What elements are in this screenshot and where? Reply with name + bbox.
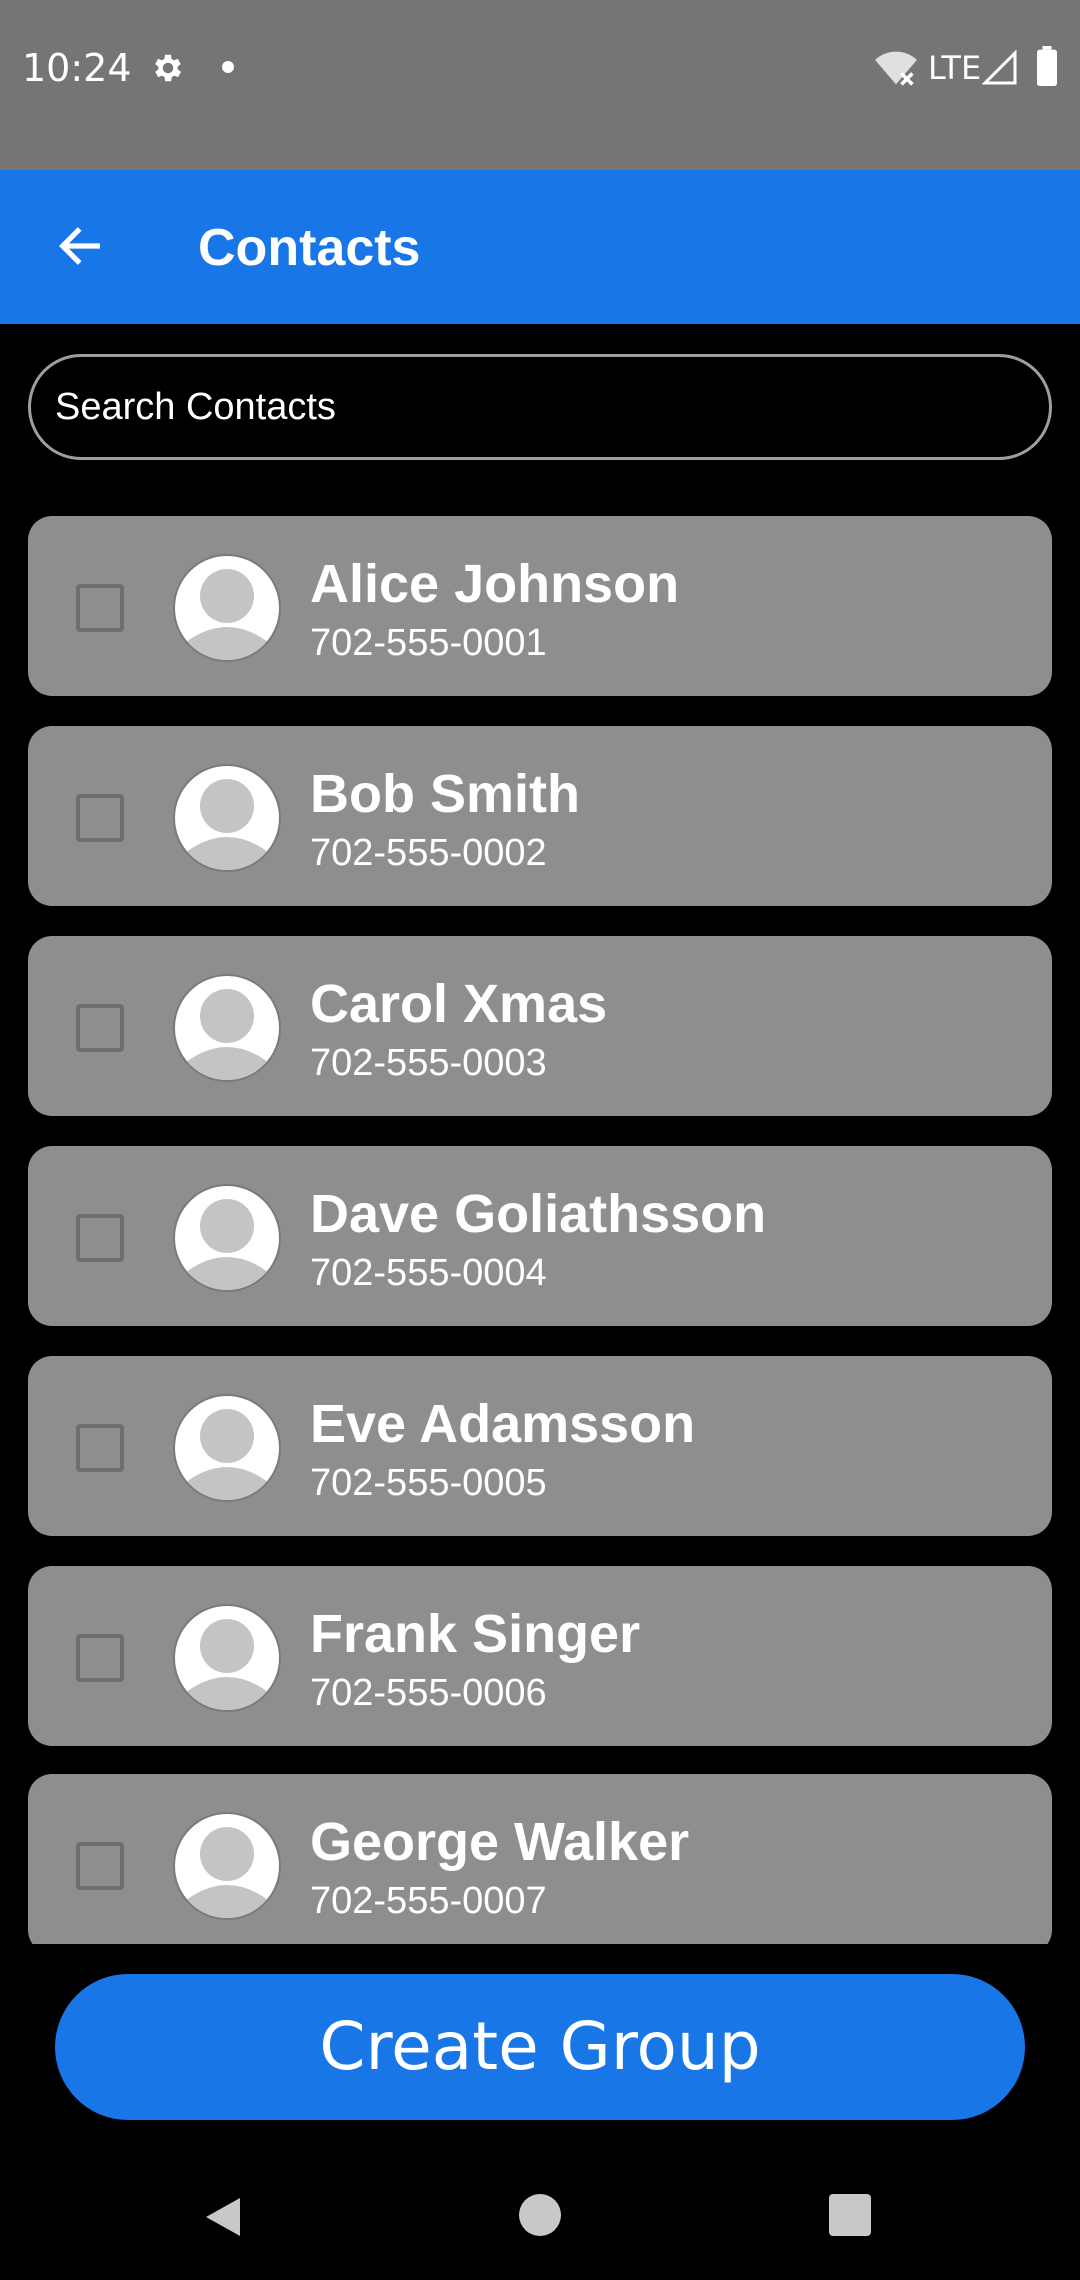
contact-phone: 702-555-0005: [310, 1462, 547, 1504]
contact-item[interactable]: Eve Adamsson 702-555-0005: [28, 1356, 1052, 1536]
contact-phone: 702-555-0002: [310, 832, 547, 874]
contact-phone: 702-555-0004: [310, 1252, 547, 1294]
nav-home-icon[interactable]: [519, 2194, 561, 2236]
create-group-button[interactable]: Create Group: [55, 1974, 1025, 2120]
contact-name: Alice Johnson: [310, 554, 680, 614]
app-bar: Contacts: [0, 170, 1080, 324]
notification-dot-icon: [222, 61, 234, 73]
contact-phone: 702-555-0007: [310, 1880, 547, 1922]
contact-item[interactable]: Frank Singer 702-555-0006: [28, 1566, 1052, 1746]
signal-icon: [982, 50, 1017, 85]
contact-checkbox[interactable]: [76, 1424, 124, 1472]
contact-item[interactable]: Alice Johnson 702-555-0001: [28, 516, 1052, 696]
back-button[interactable]: [40, 206, 120, 286]
screen: 10:24 LTE Contacts Search Contacts Alice…: [0, 0, 1080, 2280]
contact-name: Bob Smith: [310, 764, 580, 824]
contact-phone: 702-555-0003: [310, 1042, 547, 1084]
contact-item[interactable]: Carol Xmas 702-555-0003: [28, 936, 1052, 1116]
wifi-off-icon: [875, 51, 917, 86]
avatar-icon: [173, 554, 281, 662]
avatar-icon: [173, 1184, 281, 1292]
contact-phone: 702-555-0001: [310, 622, 547, 664]
contact-checkbox[interactable]: [76, 1842, 124, 1890]
nav-back-icon[interactable]: [200, 2192, 250, 2242]
gear-icon: [155, 54, 182, 82]
avatar-icon: [173, 1604, 281, 1712]
battery-icon: [1037, 46, 1057, 86]
avatar-icon: [173, 1394, 281, 1502]
page-title: Contacts: [198, 219, 421, 277]
contact-checkbox[interactable]: [76, 1634, 124, 1682]
contact-name: Eve Adamsson: [310, 1394, 696, 1454]
contact-checkbox[interactable]: [76, 1214, 124, 1262]
network-type-label: LTE: [928, 49, 982, 87]
contact-name: Dave Goliathsson: [310, 1184, 767, 1244]
search-input[interactable]: [28, 354, 1052, 460]
contact-checkbox[interactable]: [76, 794, 124, 842]
avatar-icon: [173, 974, 281, 1082]
contact-name: Carol Xmas: [310, 974, 608, 1034]
contact-checkbox[interactable]: [76, 584, 124, 632]
contact-item[interactable]: Bob Smith 702-555-0002: [28, 726, 1052, 906]
status-time: 10:24: [22, 46, 132, 90]
contact-item[interactable]: Dave Goliathsson 702-555-0004: [28, 1146, 1052, 1326]
contact-name: Frank Singer: [310, 1604, 641, 1664]
contact-phone: 702-555-0006: [310, 1672, 547, 1714]
avatar-icon: [173, 1812, 281, 1920]
contact-item[interactable]: George Walker 702-555-0007: [28, 1774, 1052, 1944]
nav-recents-icon[interactable]: [829, 2194, 871, 2236]
contact-checkbox[interactable]: [76, 1004, 124, 1052]
avatar-icon: [173, 764, 281, 872]
contact-name: George Walker: [310, 1812, 690, 1872]
arrow-left-icon: [58, 227, 100, 265]
contact-list[interactable]: Alice Johnson 702-555-0001 Bob Smith 702…: [0, 516, 1080, 1944]
system-nav-bar: [0, 2140, 1080, 2280]
status-bar: 10:24 LTE: [0, 0, 1080, 170]
